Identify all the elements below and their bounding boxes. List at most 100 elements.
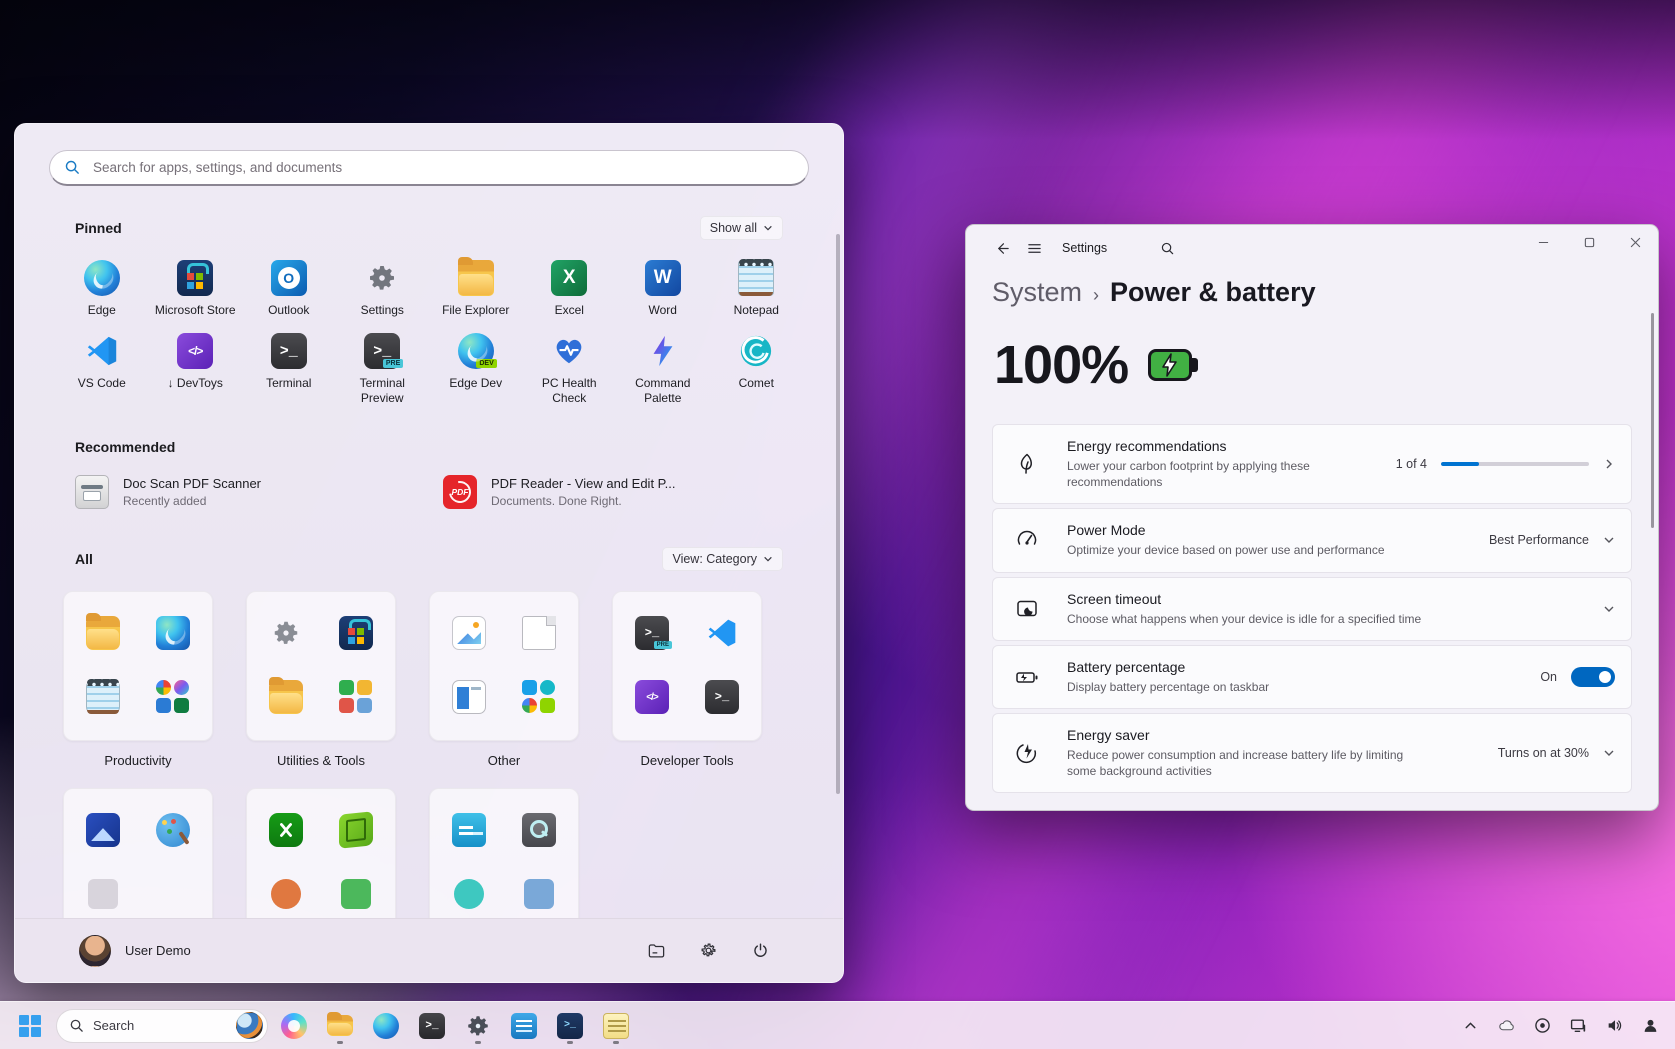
taskbar-edge-button[interactable] <box>366 1006 406 1046</box>
taskbar-console-window-button[interactable]: >_ <box>550 1006 590 1046</box>
pinned-app-label: VS Code <box>78 376 126 390</box>
setting-card-energy-recommendations[interactable]: Energy recommendations Lower your carbon… <box>992 424 1632 504</box>
gear-icon <box>465 1013 491 1039</box>
tray-weather-button[interactable] <box>1489 1009 1523 1043</box>
pinned-app-label: Excel <box>555 303 584 317</box>
document-icon <box>522 616 556 650</box>
pinned-app-outlook[interactable]: O Outlook <box>242 250 336 323</box>
energy-saver-icon <box>1015 741 1039 765</box>
card-subtitle: Optimize your device based on power use … <box>1067 542 1475 558</box>
taskbar-settings-button[interactable] <box>458 1006 498 1046</box>
vs-code-icon <box>705 616 739 650</box>
speaker-icon <box>1606 1017 1623 1034</box>
terminal-preview-icon: >_PRE <box>364 333 400 369</box>
start-search-box[interactable] <box>49 150 809 186</box>
settings-button[interactable] <box>689 932 727 970</box>
battery-icon <box>1015 665 1039 689</box>
navigation-menu-button[interactable] <box>1018 233 1050 263</box>
settings-scrollbar[interactable] <box>1651 313 1654 528</box>
chevron-down-icon <box>763 223 773 233</box>
pinned-app-settings[interactable]: Settings <box>336 250 430 323</box>
category-card-row2-2[interactable] <box>246 788 396 918</box>
pinned-app-terminal[interactable]: >_ Terminal <box>242 323 336 411</box>
pinned-app-devtoys[interactable]: </> ↓ DevToys <box>149 323 243 411</box>
search-icon <box>64 159 81 176</box>
category-card-other[interactable] <box>429 591 579 741</box>
back-button[interactable] <box>986 233 1018 263</box>
settings-search-button[interactable] <box>1151 233 1183 263</box>
hamburger-menu-icon <box>1027 241 1042 256</box>
taskbar-file-explorer-button[interactable] <box>320 1006 360 1046</box>
tray-game-bar-button[interactable] <box>1525 1009 1559 1043</box>
screen-timeout-icon <box>1015 597 1039 621</box>
documents-folder-button[interactable] <box>637 932 675 970</box>
pinned-app-microsoft-store[interactable]: Microsoft Store <box>149 250 243 323</box>
pinned-app-command-palette[interactable]: Command Palette <box>616 323 710 411</box>
user-profile-button[interactable]: User Demo <box>79 935 191 967</box>
setting-card-battery-percentage[interactable]: Battery percentage Display battery perce… <box>992 645 1632 709</box>
recommended-item-doc-scan[interactable]: Doc Scan PDF Scanner Recently added <box>61 467 429 517</box>
battery-percentage-state-label: On <box>1540 670 1557 684</box>
breadcrumb-system[interactable]: System <box>992 277 1082 308</box>
tray-show-hidden-icons-button[interactable] <box>1453 1009 1487 1043</box>
pinned-app-terminal-preview[interactable]: >_PRE Terminal Preview <box>336 323 430 411</box>
taskbar-notepad-button[interactable] <box>596 1006 636 1046</box>
category-card-utilities-tools[interactable] <box>246 591 396 741</box>
card-subtitle: Reduce power consumption and increase ba… <box>1067 747 1427 779</box>
yellow-notepad-icon <box>603 1013 629 1039</box>
taskbar-copilot-button[interactable] <box>274 1006 314 1046</box>
show-all-label: Show all <box>710 221 757 235</box>
pinned-app-pc-health-check[interactable]: PC Health Check <box>523 323 617 411</box>
all-section-title: All <box>75 551 93 567</box>
recommended-item-pdf-reader[interactable]: PDF PDF Reader - View and Edit P... Docu… <box>429 467 797 517</box>
setting-card-energy-saver[interactable]: Energy saver Reduce power consumption an… <box>992 713 1632 793</box>
category-card-row2-3[interactable] <box>429 788 579 918</box>
window-panel-icon <box>452 680 486 714</box>
pinned-app-edge-dev[interactable]: DEV Edge Dev <box>429 323 523 411</box>
category-card-row2-1[interactable] <box>63 788 213 918</box>
search-icon <box>69 1018 84 1033</box>
category-label-utilities-tools: Utilities & Tools <box>246 753 396 768</box>
taskbar-notes-app-button[interactable] <box>504 1006 544 1046</box>
breadcrumb: System › Power & battery <box>966 271 1658 308</box>
devtoys-icon: </> <box>635 680 669 714</box>
tray-volume-button[interactable] <box>1597 1009 1631 1043</box>
pdf-reader-icon: PDF <box>443 475 477 509</box>
recommended-list: Doc Scan PDF Scanner Recently added PDF … <box>55 467 803 517</box>
maximize-button[interactable] <box>1566 225 1612 259</box>
start-search-input[interactable] <box>91 159 794 176</box>
start-button[interactable] <box>10 1006 50 1046</box>
pinned-app-comet[interactable]: Comet <box>710 323 804 411</box>
view-category-button[interactable]: View: Category <box>662 547 783 571</box>
card-title: Energy saver <box>1067 727 1484 743</box>
chevron-down-icon <box>763 554 773 564</box>
power-mode-icon <box>1015 528 1039 552</box>
battery-status: 100% <box>966 308 1658 396</box>
tray-network-button[interactable] <box>1561 1009 1595 1043</box>
start-menu-scrollbar[interactable] <box>836 234 840 794</box>
tray-people-button[interactable] <box>1633 1009 1667 1043</box>
taskbar-search[interactable]: Search <box>56 1009 268 1043</box>
pinned-app-notepad[interactable]: Notepad <box>710 250 804 323</box>
category-card-developer-tools[interactable]: >_PRE </> >_ <box>612 591 762 741</box>
pinned-app-vs-code[interactable]: VS Code <box>55 323 149 411</box>
start-menu: Pinned Show all Edge Microsoft Store <box>14 123 844 983</box>
power-button[interactable] <box>741 932 779 970</box>
category-card-productivity[interactable] <box>63 591 213 741</box>
taskbar: Search >_ >_ <box>0 1001 1675 1049</box>
setting-card-screen-timeout[interactable]: Screen timeout Choose what happens when … <box>992 577 1632 641</box>
setting-card-power-mode[interactable]: Power Mode Optimize your device based on… <box>992 508 1632 572</box>
leaf-icon <box>1015 452 1039 476</box>
close-button[interactable] <box>1612 225 1658 259</box>
pinned-app-file-explorer[interactable]: File Explorer <box>429 250 523 323</box>
pinned-app-edge[interactable]: Edge <box>55 250 149 323</box>
pinned-app-excel[interactable]: X Excel <box>523 250 617 323</box>
back-arrow-icon <box>995 241 1010 256</box>
blue-striped-app-icon <box>511 1013 537 1039</box>
minimize-button[interactable] <box>1520 225 1566 259</box>
show-all-button[interactable]: Show all <box>700 216 783 240</box>
battery-percentage-toggle[interactable] <box>1571 667 1615 687</box>
taskbar-terminal-button[interactable]: >_ <box>412 1006 452 1046</box>
app-cluster-icon <box>156 680 190 714</box>
pinned-app-word[interactable]: W Word <box>616 250 710 323</box>
